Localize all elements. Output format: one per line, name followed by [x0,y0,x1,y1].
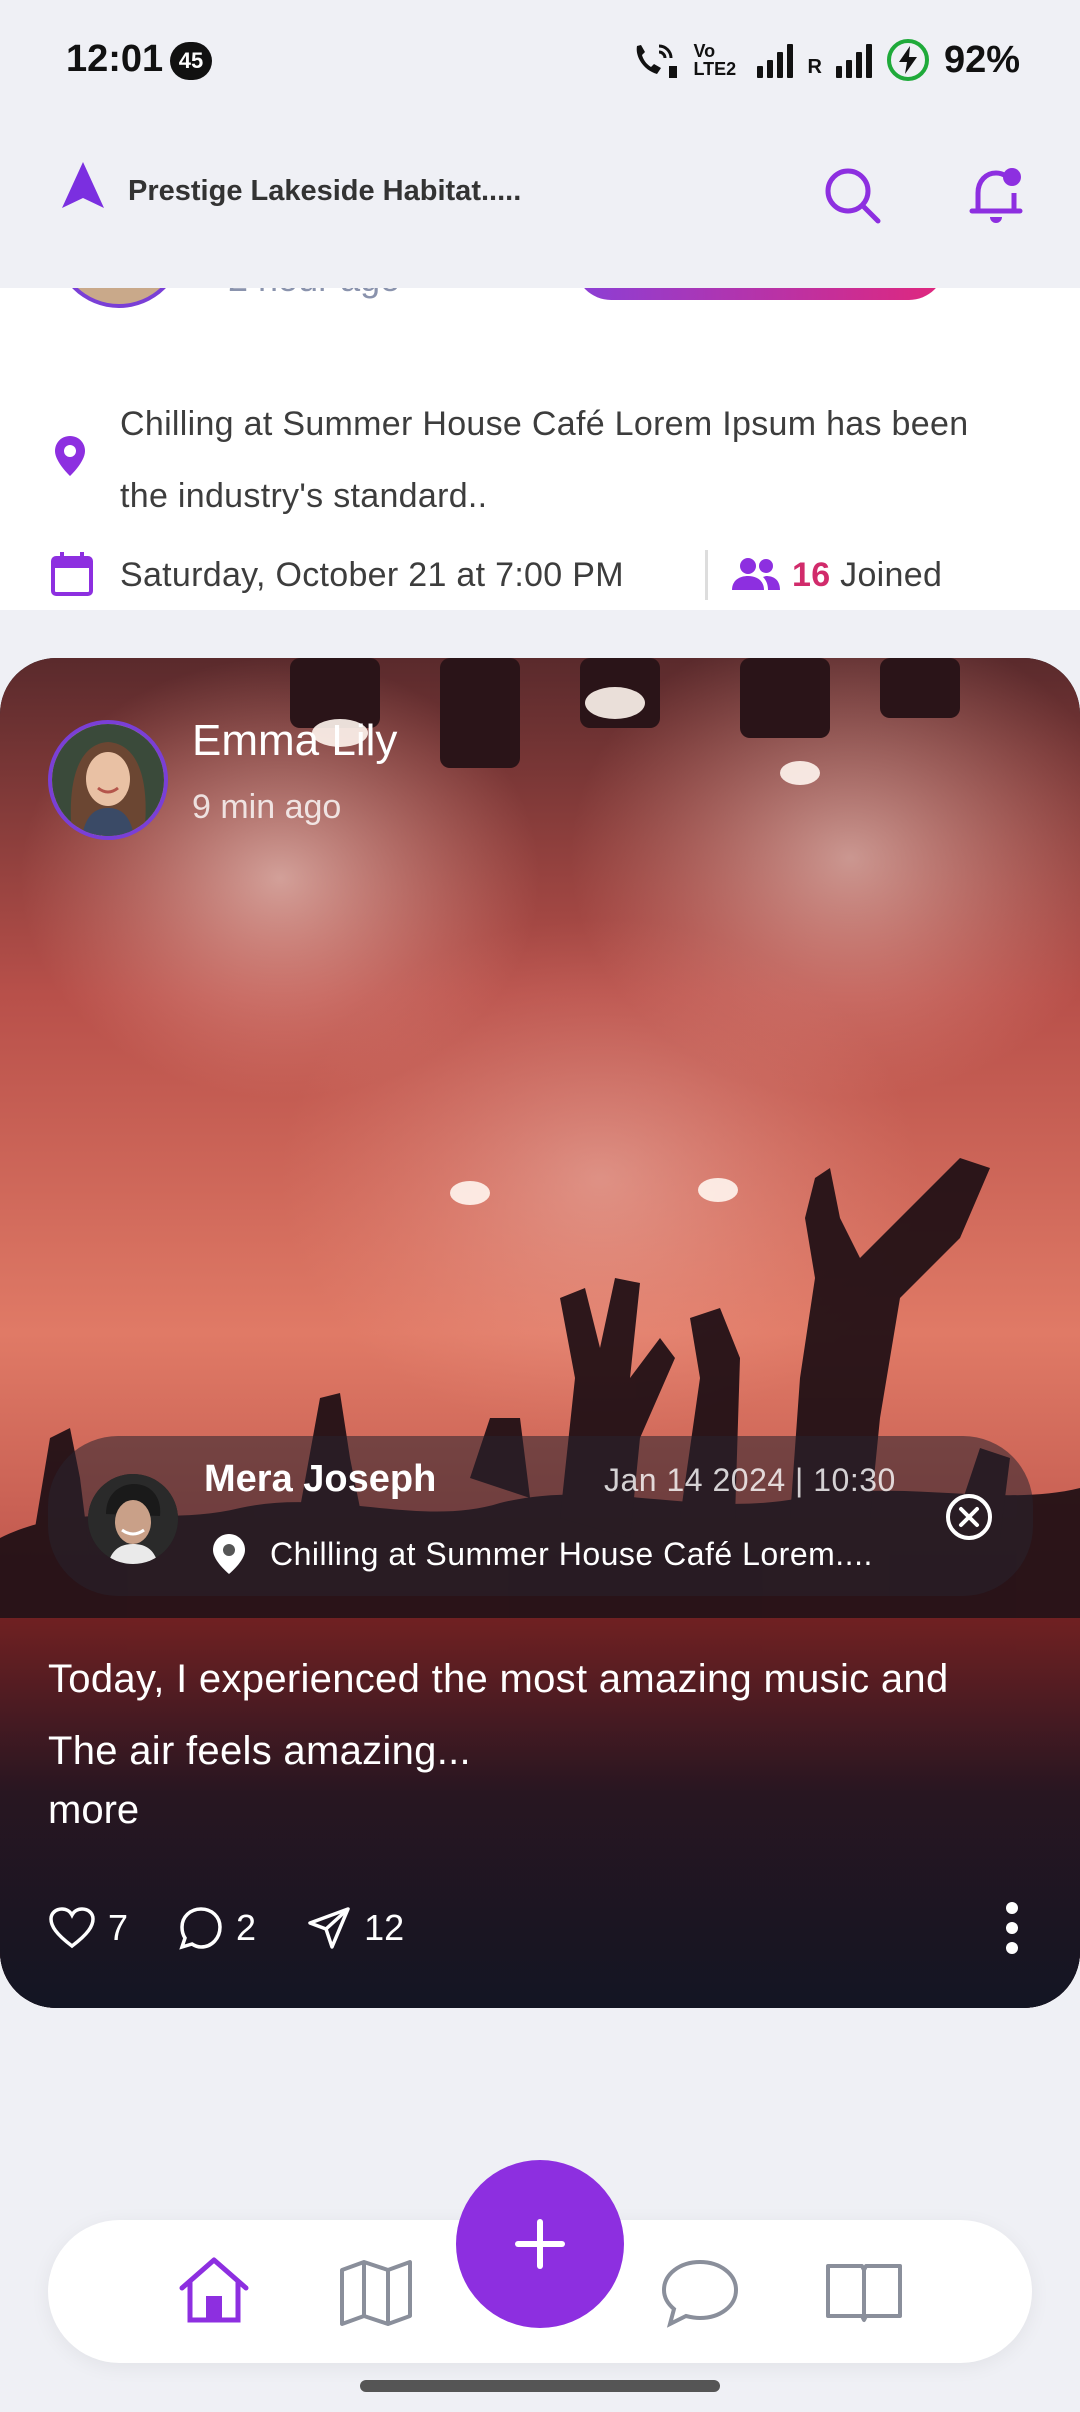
joined-number: 16 [792,556,831,594]
more-link[interactable]: more [48,1788,139,1833]
roaming-label: R [807,55,822,78]
home-indicator[interactable] [360,2380,720,2392]
post-card[interactable]: Emma Lily 9 min ago Mera Joseph Jan 14 2… [0,658,1080,2008]
share-count: 12 [364,1907,405,1948]
search-icon[interactable] [822,165,884,227]
send-icon [308,1907,350,1949]
app-logo [62,162,104,208]
share-button[interactable]: 12 [306,1905,404,1951]
status-time: 12:01 [66,38,164,80]
joined-count[interactable]: 16 Joined [792,556,942,595]
wifi-call-icon [637,44,678,78]
signal-icon-1 [757,42,794,78]
joined-label: Joined [840,556,943,594]
comment-count: 2 [236,1907,257,1948]
app-header: Prestige Lakeside Habitat..... [0,125,1080,288]
post-actions: 7 2 12 [48,1898,454,1958]
previous-avatar [54,288,184,308]
event-location-text: Chilling at Summer House Café Lorem Ipsu… [120,405,969,515]
previous-event-card[interactable]: 2 hour ago Chilling at Summer House Café… [0,288,1080,610]
chat-icon[interactable] [660,2258,740,2328]
people-icon [732,558,780,590]
calendar-icon [51,552,93,596]
event-datetime: Saturday, October 21 at 7:00 PM [120,556,624,594]
location-pin-icon [213,1534,245,1574]
author-avatar[interactable] [48,720,168,840]
tagged-user-name[interactable]: Mera Joseph [204,1458,436,1501]
home-icon[interactable] [176,2254,252,2326]
tagged-datetime: Jan 14 2024 | 10:30 [604,1462,896,1498]
tagged-event-card[interactable]: Mera Joseph Jan 14 2024 | 10:30 Chilling… [48,1436,1033,1596]
volte-icon: Vo LTE2 [693,41,737,79]
tagged-user-avatar[interactable] [88,1474,178,1564]
battery-percent: 92% [943,38,1020,81]
status-icons: Vo LTE2 R 92% [631,36,1020,84]
previous-time-ago: 2 hour ago [228,288,400,300]
signal-icon-2 [835,42,872,78]
more-vertical-icon[interactable] [1004,1898,1020,1958]
location-pin-icon [55,436,85,476]
author-name[interactable]: Emma Lily [192,716,397,766]
add-button[interactable] [456,2160,624,2328]
bell-icon[interactable] [968,163,1024,227]
tagged-location: Chilling at Summer House Café Lorem.... [270,1536,873,1572]
book-icon[interactable] [824,2260,904,2324]
battery-charging-icon [886,39,929,81]
status-bar: 12:01 45 Vo LTE2 R 92% [0,0,1080,125]
comment-button[interactable]: 2 [178,1905,256,1951]
divider [705,550,708,600]
heart-icon [49,1907,95,1949]
plus-icon [515,2219,565,2269]
post-time-ago: 9 min ago [192,788,342,826]
notification-count-badge: 45 [170,42,212,80]
comment-icon [179,1907,222,1950]
like-count: 7 [108,1907,129,1948]
community-title[interactable]: Prestige Lakeside Habitat..... [128,175,521,208]
map-icon[interactable] [338,2258,414,2328]
close-icon[interactable] [944,1492,994,1542]
like-button[interactable]: 7 [48,1906,128,1950]
post-body-text: Today, I experienced the most amazing mu… [48,1657,949,1773]
join-button[interactable] [575,288,945,300]
